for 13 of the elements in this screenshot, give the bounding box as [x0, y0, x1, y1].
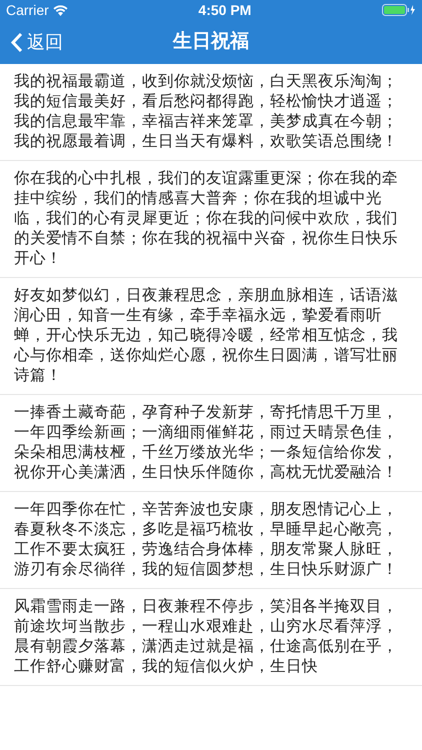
message-text[interactable]: 你在我的心中扎根，我们的友谊露重更深；你在我的牵挂中缤纷，我们的情感喜大普奔；你在我的坦诚中光临，我们的心有灵犀更近；你在我的问候中欢欣，我们的关爱情不自禁；你在我的祝福中兴奋，祝你生日快乐开心！	[0, 161, 422, 278]
message-text[interactable]: 一年四季你在忙，辛苦奔波也安康，朋友恩情记心上，春夏秋冬不淡忘，多吃是福巧梳妆，早睡早起心敞亮，工作不要太疯狂，劳逸结合身体棒，朋友常聚人脉旺，游刃有余尽徜徉，我的短信圆梦想，生日快乐财源广！	[0, 492, 422, 589]
status-time: 4:50 PM	[198, 0, 252, 20]
message-text[interactable]: 我的祝福最霸道，收到你就没烦恼，白天黑夜乐淘淘；我的短信最美好，看后愁闷都得跑，轻松愉快才逍遥；我的信息最牢靠，幸福吉祥来笼罩，美梦成真在今朝；我的祝愿最着调，生日当天有爆料，欢歌笑语总围绕！	[0, 64, 422, 161]
wifi-icon	[52, 4, 68, 16]
chevron-left-icon	[10, 32, 23, 52]
message-text[interactable]: 一捧香土藏奇葩，孕育种子发新芽，寄托情思千万里，一年四季绘新画；一滴细雨催鲜花，雨过天晴景色佳，朵朵相思满枝桠，千丝万缕放光华；一条短信给你发，祝你开心美潇洒，生日快乐伴随你，高枕无忧爱融洽！	[0, 395, 422, 492]
carrier-label: Carrier	[6, 0, 49, 20]
screen-title: 生日祝福	[173, 30, 249, 54]
battery-charging-icon	[382, 4, 416, 16]
message-text[interactable]: 好友如梦似幻，日夜兼程思念，亲朋血脉相连，话语滋润心田，知音一生有缘，牵手幸福永远，挚爱看雨听蝉，开心快乐无边，知己晓得冷暖，经常相互惦念，我心与你相牵，送你灿烂心愿，祝你生日圆满，谱写壮丽诗篇！	[0, 278, 422, 395]
back-button[interactable]: 返回	[0, 20, 63, 64]
message-text[interactable]: 风霜雪雨走一路，日夜兼程不停步，笑泪各半掩双目，前途坎坷当散步，一程山水艰难赴，山穷水尽看萍浮，晨有朝霞夕落幕，潇洒走过就是福，仕途高低别在乎，工作舒心赚财富，我的短信似火炉，生日快	[0, 589, 422, 686]
